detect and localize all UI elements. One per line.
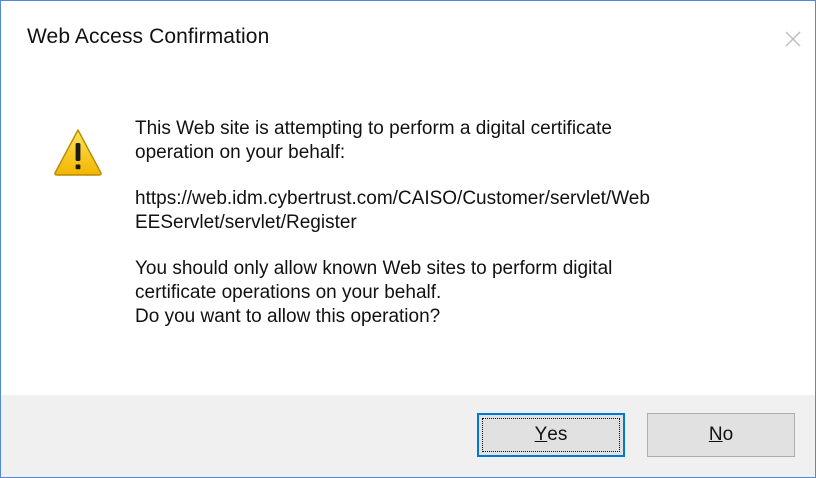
message-line: certificate operations on your behalf. — [135, 282, 442, 303]
message-line: operation on your behalf: — [135, 142, 346, 163]
message-line: Do you want to allow this operation? — [135, 306, 441, 327]
close-button[interactable] — [775, 21, 811, 57]
no-label: o — [722, 424, 734, 445]
url-line: EEServlet/servlet/Register — [135, 212, 357, 233]
no-mnemonic: N — [708, 424, 723, 445]
yes-label: es — [547, 424, 568, 445]
no-button[interactable]: No — [647, 413, 795, 457]
yes-button[interactable]: Yes — [477, 413, 625, 457]
dialog-content: This Web site is attempting to perform a… — [1, 73, 815, 393]
dialog-window: Web Access Confirmation This Web site is… — [0, 0, 816, 478]
warning-icon — [54, 129, 102, 176]
message-line: This Web site is attempting to perform a… — [135, 118, 612, 139]
close-icon — [785, 31, 801, 47]
yes-mnemonic: Y — [534, 424, 548, 445]
title-bar[interactable]: Web Access Confirmation — [1, 1, 815, 73]
message-text: This Web site is attempting to perform a… — [135, 117, 795, 329]
message-line: You should only allow known Web sites to… — [135, 258, 613, 279]
button-bar: Yes No — [1, 395, 815, 477]
url-line: https://web.idm.cybertrust.com/CAISO/Cus… — [135, 188, 650, 209]
window-title: Web Access Confirmation — [27, 25, 270, 48]
